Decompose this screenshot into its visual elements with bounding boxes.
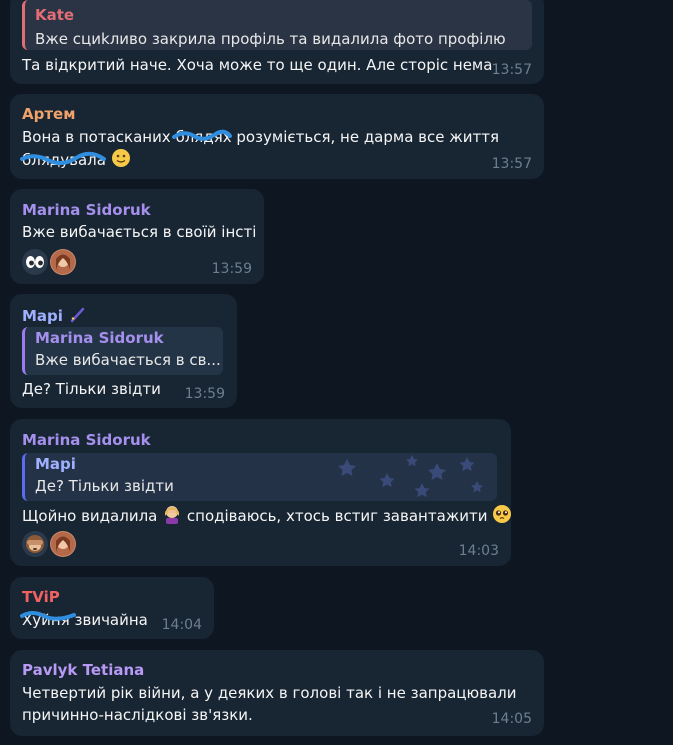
message-bubble[interactable]: Marina Sidoruk Вже вибачається в своїй і… (10, 189, 264, 284)
message-bubble[interactable]: Марі Marina Sidoruk Вже вибачається в св… (10, 294, 237, 408)
sender-name-text: Марі (22, 307, 63, 325)
sender-name[interactable]: TViP (22, 588, 60, 606)
sender-name[interactable]: Pavlyk Tetiana (22, 661, 144, 679)
message-time: 14:03 (458, 543, 499, 559)
see-no-evil-monkey-icon[interactable] (22, 531, 48, 557)
sender-name[interactable]: Артем (22, 105, 75, 123)
reply-sender-name: Marina Sidoruk (35, 329, 164, 347)
slightly-smiling-face-icon (111, 148, 131, 174)
sender-name[interactable]: Marina Sidoruk (22, 431, 151, 449)
reply-quote[interactable]: Marina Sidoruk Вже вибачається в св... (22, 327, 223, 375)
reply-text: Де? Тільки звідти (35, 477, 174, 495)
message-bubble[interactable]: Kate Вже сциkливо закрила профіль та вид… (10, 0, 544, 84)
message-time: 14:04 (161, 617, 202, 633)
censor-scribble (20, 611, 76, 621)
censor-scribble (172, 129, 232, 141)
reply-sender-name: Марі (35, 455, 76, 473)
message-text: причинно-наслідкові зв'язки. (22, 706, 253, 724)
message-text: Щойно видалила сподіваюсь, хтось встиг з… (22, 504, 512, 530)
stars-pattern (338, 455, 483, 498)
pleading-face-icon (492, 504, 512, 530)
sender-name[interactable]: Marina Sidoruk (22, 201, 151, 219)
message-text: Вже вибачається в своїй інсті (22, 223, 257, 241)
facepalm-woman-icon (162, 504, 182, 530)
reply-quote[interactable]: Марі Де? Тільки звідти (22, 453, 497, 501)
message-text: Та відкритий наче. Хоча може то ще один.… (22, 56, 493, 74)
avatar[interactable] (50, 531, 76, 557)
message-text: Де? Тільки звідти (22, 380, 161, 398)
message-text-part: Щойно видалила (22, 507, 158, 525)
message-time: 13:57 (491, 156, 532, 172)
message-time: 13:59 (211, 261, 252, 277)
message-time: 13:59 (184, 386, 225, 402)
reply-text: Вже сциkливо закрила профіль та видалила… (35, 30, 506, 48)
message-bubble[interactable]: Marina Sidoruk Марі Де? Тільки звідти Що… (10, 419, 512, 566)
reply-text: Вже вибачається в св... (35, 351, 221, 369)
message-text-line: Вона в потасканих блядях розуміється, не… (22, 128, 500, 146)
message-time: 14:05 (491, 711, 532, 727)
reactions[interactable] (22, 531, 78, 557)
message-bubble[interactable]: TViP Хуйня звичайна 14:04 (10, 577, 214, 639)
message-time: 13:57 (491, 62, 532, 78)
message-bubble[interactable]: Pavlyk Tetiana Четвертий рік війни, а у … (10, 650, 544, 736)
eyes-icon[interactable] (22, 249, 48, 275)
reactions[interactable] (22, 249, 78, 275)
reply-quote[interactable]: Kate Вже сциkливо закрила профіль та вид… (22, 0, 532, 50)
censor-scribble (20, 151, 106, 165)
message-text: Четвертий рік війни, а у деяких в голові… (22, 684, 517, 702)
message-text-part: сподіваюсь, хтось встиг завантажити (182, 507, 488, 525)
message-text: Вона в потасканих блядях розуміється, не… (22, 126, 499, 148)
message-bubble[interactable]: Артем Вона в потасканих блядях розумієть… (10, 94, 544, 179)
crescent-moon-icon (68, 306, 86, 328)
reply-sender-name: Kate (35, 6, 75, 24)
avatar[interactable] (50, 249, 76, 275)
sender-name[interactable]: Марі (22, 306, 86, 328)
